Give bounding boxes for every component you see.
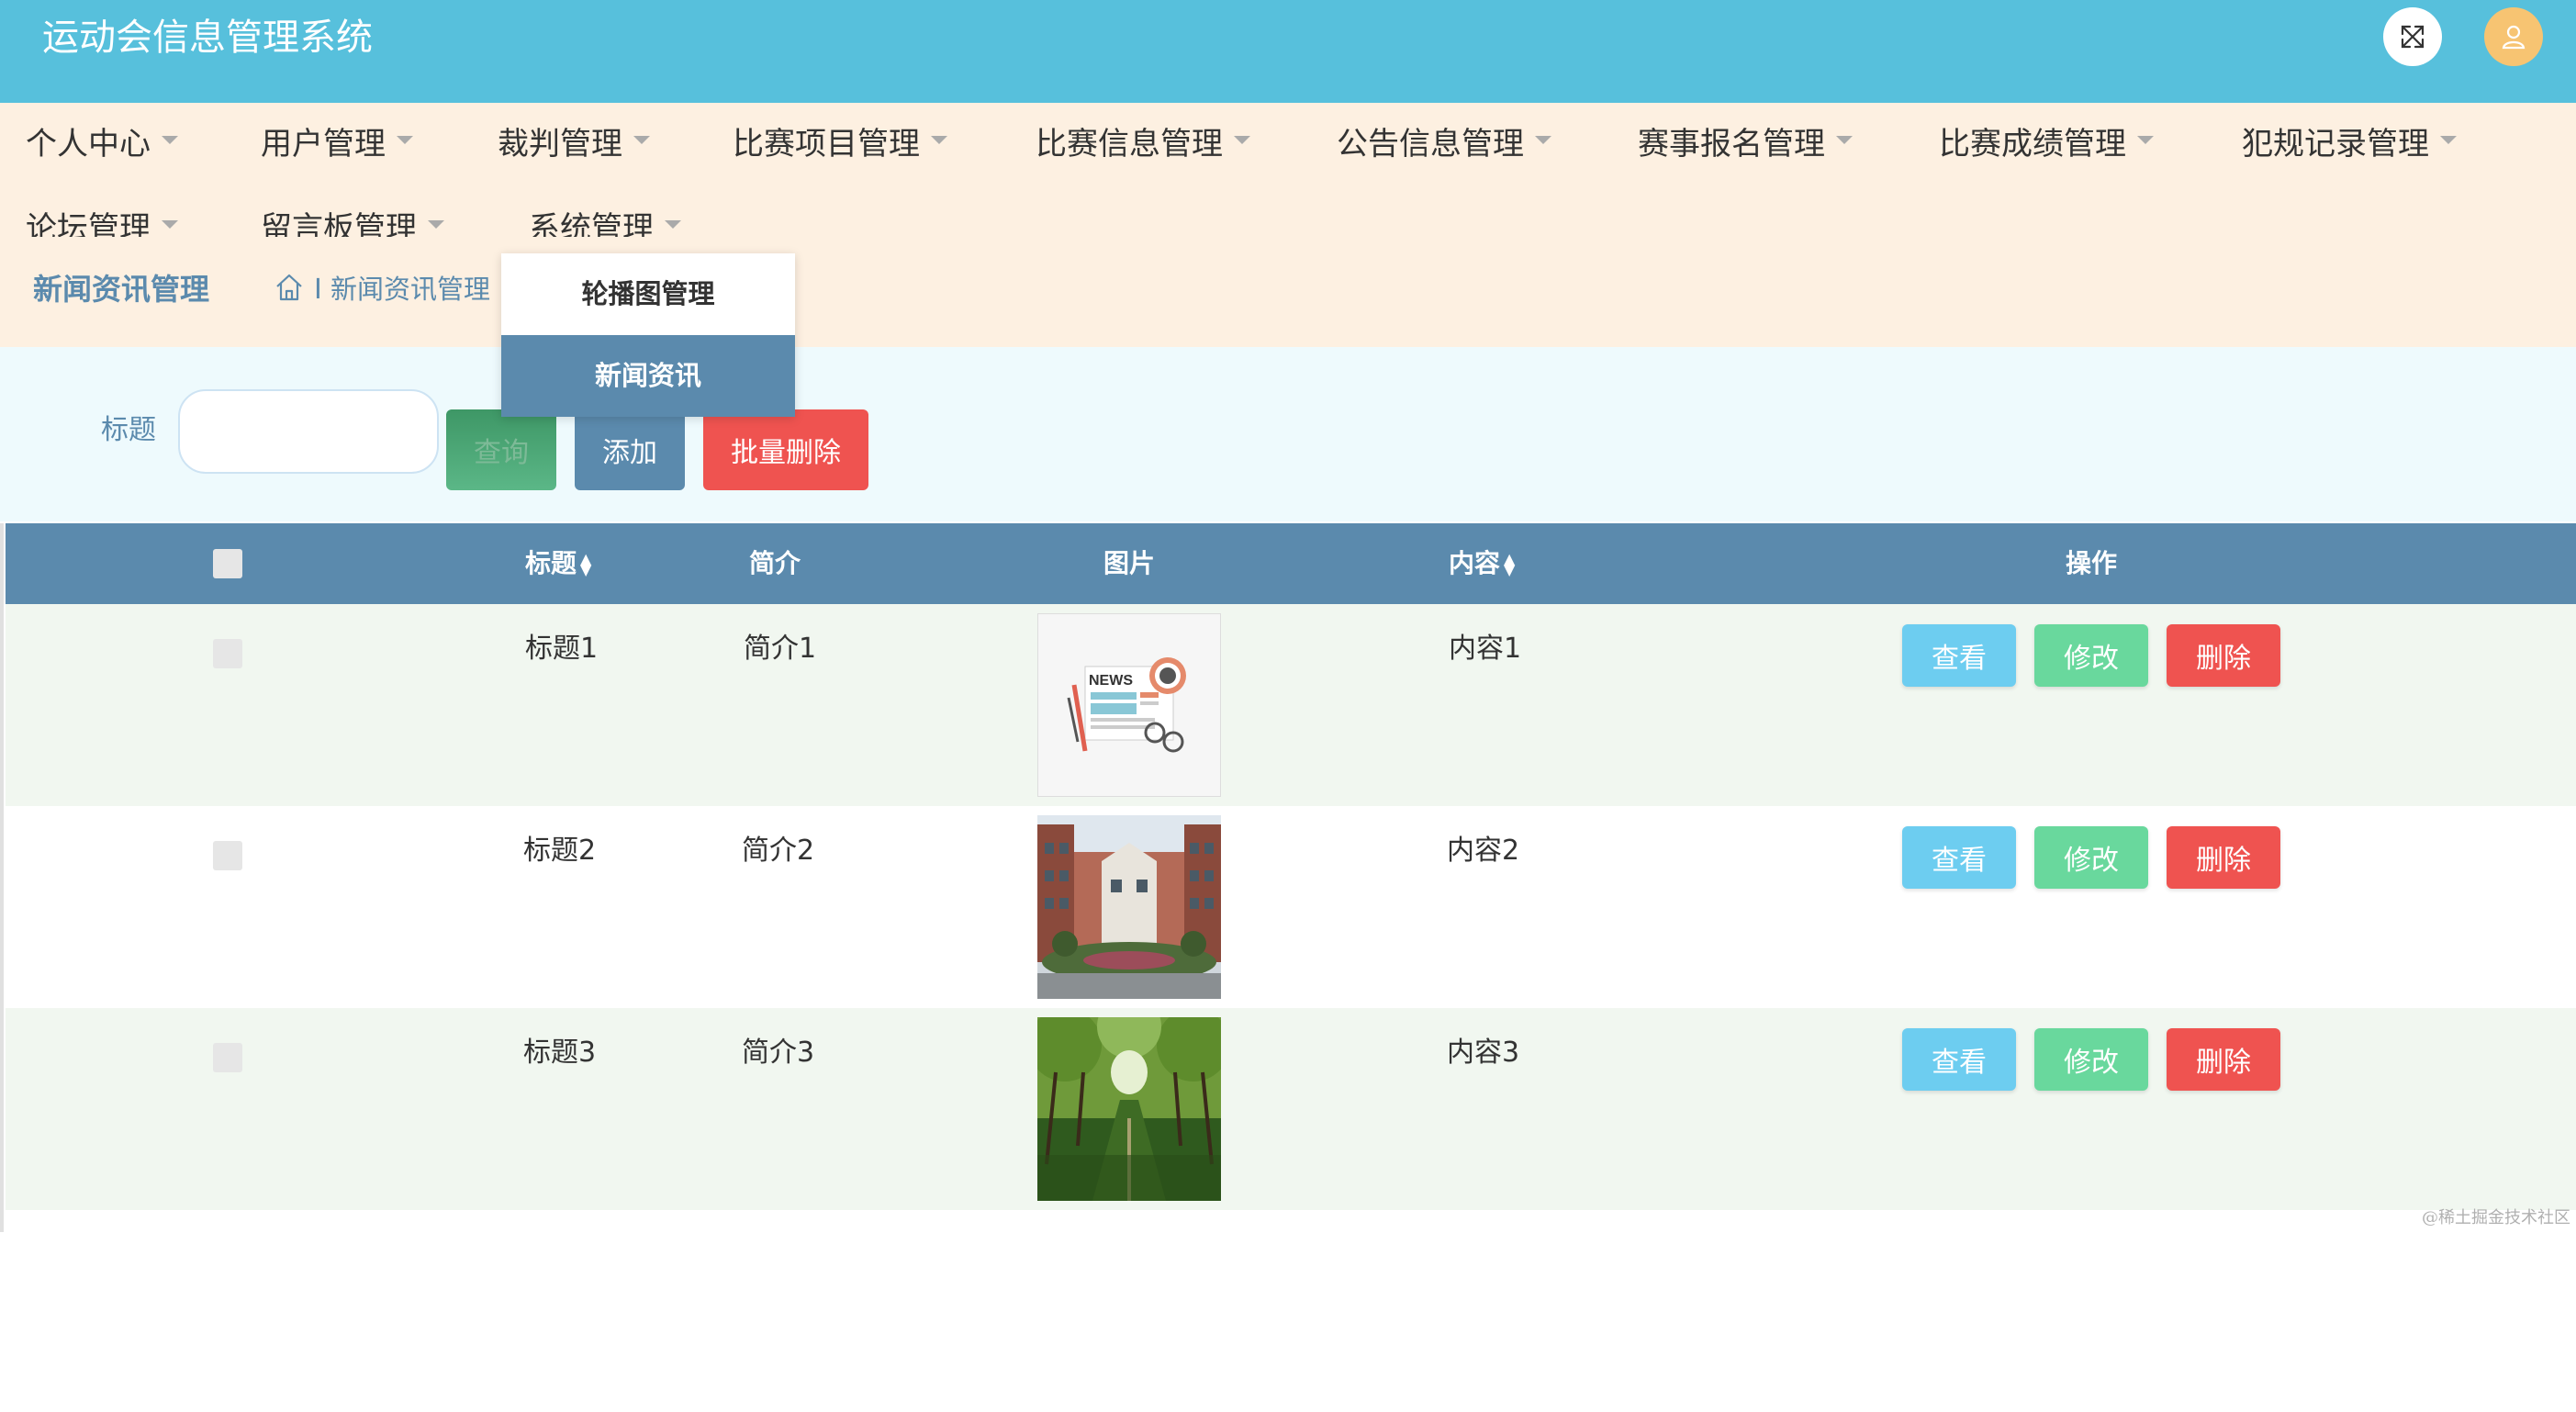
nav-item-personal-center[interactable]: 个人中心 xyxy=(26,123,178,165)
caret-down-icon xyxy=(665,220,681,229)
nav-item-user-management[interactable]: 用户管理 xyxy=(261,123,413,165)
column-header-title[interactable]: 标题 ▲ ▼ xyxy=(525,523,591,604)
caret-down-icon xyxy=(1535,136,1551,144)
sort-icon[interactable]: ▲ ▼ xyxy=(1504,552,1515,577)
edit-button[interactable]: 修改 xyxy=(2034,826,2148,889)
caret-down-icon xyxy=(2440,136,2457,144)
nav-item-foul-record-management[interactable]: 犯规记录管理 xyxy=(2242,123,2457,165)
cell-content: 内容1 xyxy=(1449,633,1522,665)
table-header: 标题 ▲ ▼ 简介 图片 内容 ▲ ▼ 操作 xyxy=(6,523,2576,604)
nav-label: 比赛项目管理 xyxy=(733,126,920,162)
caret-down-icon xyxy=(2137,136,2154,144)
news-illustration-image[interactable]: NEWS xyxy=(1037,613,1221,797)
search-title-input[interactable] xyxy=(178,389,439,474)
nav-item-announcement-management[interactable]: 公告信息管理 xyxy=(1337,123,1551,165)
caret-down-icon xyxy=(397,136,413,144)
select-all-checkbox[interactable] xyxy=(213,549,242,578)
nav-item-score-management[interactable]: 比赛成绩管理 xyxy=(1939,123,2154,165)
view-button[interactable]: 查看 xyxy=(1902,826,2016,889)
column-header-content[interactable]: 内容 ▲ ▼ xyxy=(1449,523,1515,604)
cell-intro: 简介2 xyxy=(742,835,815,867)
fullscreen-button[interactable] xyxy=(2383,7,2442,66)
table-row: 标题1 简介1 NEWS 内容1 查看 修改 删除 xyxy=(6,604,2576,806)
column-title-label: 标题 xyxy=(525,548,577,578)
nav-label: 个人中心 xyxy=(26,126,151,162)
view-button[interactable]: 查看 xyxy=(1902,1028,2016,1091)
nav-label: 犯规记录管理 xyxy=(2242,126,2429,162)
nav-item-registration-management[interactable]: 赛事报名管理 xyxy=(1638,123,1853,165)
edit-button[interactable]: 修改 xyxy=(2034,1028,2148,1091)
column-header-image: 图片 xyxy=(1103,548,1156,578)
dropdown-item-news[interactable]: 新闻资讯 xyxy=(501,335,795,417)
cell-title: 标题1 xyxy=(525,633,599,665)
add-button[interactable]: 添加 xyxy=(575,409,685,490)
watermark: @稀土掘金技术社区 xyxy=(2422,1208,2570,1227)
cell-content: 内容3 xyxy=(1447,1037,1520,1069)
user-avatar-button[interactable] xyxy=(2484,7,2543,66)
table-left-border xyxy=(0,523,4,1232)
delete-button[interactable]: 删除 xyxy=(2167,1028,2280,1091)
caret-down-icon xyxy=(1836,136,1853,144)
row-checkbox[interactable] xyxy=(213,1043,242,1072)
system-management-dropdown: 轮播图管理 新闻资讯 xyxy=(501,253,795,417)
nav-label: 比赛成绩管理 xyxy=(1939,126,2126,162)
nav-item-referee-management[interactable]: 裁判管理 xyxy=(498,123,650,165)
nav-item-event-item-management[interactable]: 比赛项目管理 xyxy=(733,123,947,165)
cell-content: 内容2 xyxy=(1447,835,1520,867)
caret-down-icon xyxy=(162,220,178,229)
nav-label: 公告信息管理 xyxy=(1337,126,1524,162)
app-title: 运动会信息管理系统 xyxy=(42,17,373,59)
delete-button[interactable]: 删除 xyxy=(2167,826,2280,889)
top-header: 运动会信息管理系统 xyxy=(0,0,2576,103)
cell-intro: 简介3 xyxy=(742,1037,815,1069)
caret-down-icon xyxy=(931,136,947,144)
nav-label: 比赛信息管理 xyxy=(1036,126,1223,162)
main-nav: 个人中心 用户管理 裁判管理 比赛项目管理 比赛信息管理 公告信息管理 赛事报名… xyxy=(0,103,2576,247)
nav-item-match-info-management[interactable]: 比赛信息管理 xyxy=(1036,123,1250,165)
tree-path-photo[interactable] xyxy=(1037,1017,1221,1201)
user-icon xyxy=(2502,25,2526,50)
nav-label: 用户管理 xyxy=(261,126,386,162)
cell-title: 标题3 xyxy=(523,1037,597,1069)
column-header-actions: 操作 xyxy=(2066,548,2118,578)
batch-delete-button[interactable]: 批量删除 xyxy=(703,409,868,490)
sort-icon[interactable]: ▲ ▼ xyxy=(580,552,591,577)
row-checkbox[interactable] xyxy=(213,841,242,870)
cell-title: 标题2 xyxy=(523,835,597,867)
expand-icon xyxy=(2401,25,2425,49)
breadcrumb-current[interactable]: 新闻资讯管理 xyxy=(330,270,490,308)
caret-down-icon xyxy=(428,220,444,229)
dropdown-item-carousel-management[interactable]: 轮播图管理 xyxy=(501,253,795,335)
cell-intro: 简介1 xyxy=(744,633,817,665)
delete-button[interactable]: 删除 xyxy=(2167,624,2280,687)
nav-label: 赛事报名管理 xyxy=(1638,126,1825,162)
table-row: 标题3 简介3 内容3 查看 修改 删除 xyxy=(6,1008,2576,1210)
nav-label: 裁判管理 xyxy=(498,126,622,162)
caret-down-icon xyxy=(162,136,178,144)
edit-button[interactable]: 修改 xyxy=(2034,624,2148,687)
page-title: 新闻资讯管理 xyxy=(33,272,210,307)
breadcrumb-separator: I xyxy=(314,274,322,306)
table-row xyxy=(6,1210,2576,1412)
column-header-intro: 简介 xyxy=(749,548,801,578)
query-button[interactable]: 查询 xyxy=(446,409,556,490)
row-checkbox[interactable] xyxy=(213,639,242,668)
svg-text:NEWS: NEWS xyxy=(1089,673,1133,689)
caret-down-icon xyxy=(633,136,650,144)
column-content-label: 内容 xyxy=(1449,548,1501,578)
view-button[interactable]: 查看 xyxy=(1902,624,2016,687)
campus-building-photo[interactable] xyxy=(1037,815,1221,999)
home-icon[interactable] xyxy=(274,272,305,303)
search-title-label: 标题 xyxy=(101,414,156,446)
caret-down-icon xyxy=(1234,136,1250,144)
table-row: 标题2 简介2 内容2 查看 修改 删除 xyxy=(6,806,2576,1008)
